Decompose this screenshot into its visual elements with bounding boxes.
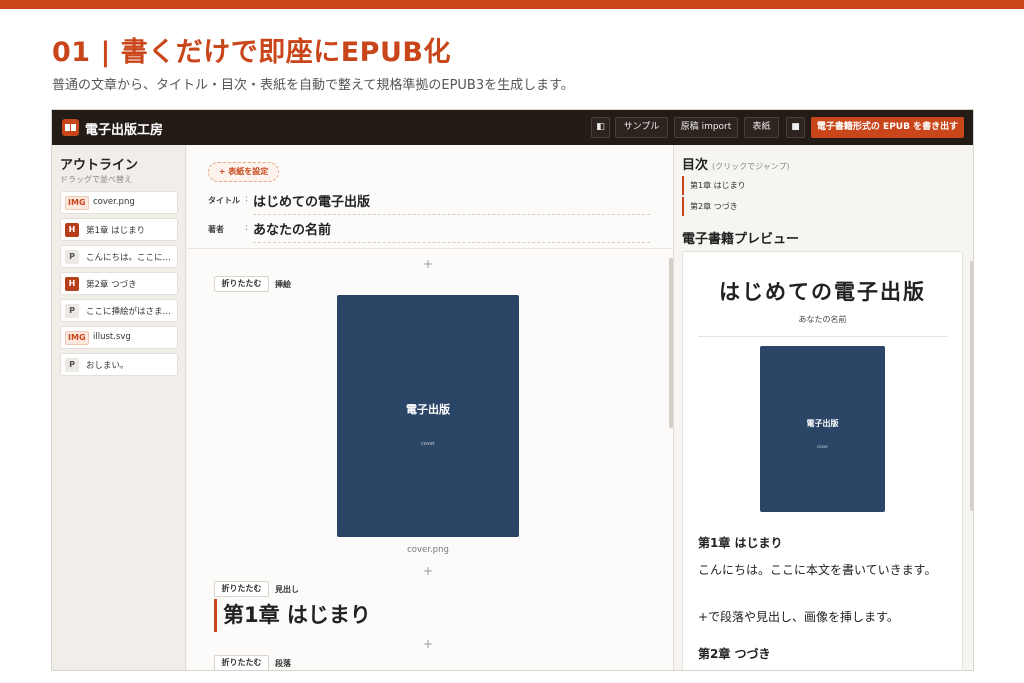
book-logo-icon — [62, 119, 79, 136]
export-epub-button[interactable]: 電子書籍形式の EPUB を書き出す — [811, 117, 964, 138]
preview-paragraph: こんにちは。ここに本文を書いていきます。 — [698, 563, 937, 577]
preview-chapter-heading: 第2章 つづき — [698, 647, 771, 661]
add-block-button[interactable]: + — [422, 637, 434, 651]
preview-title: 電子書籍プレビュー — [682, 232, 800, 247]
outline-item-label: cover.png — [93, 197, 135, 207]
top-accent-bar — [0, 0, 1024, 9]
outline-item[interactable]: H 第1章 はじまり — [60, 218, 178, 241]
right-pane: 目次 (クリックでジャンプ) 第1章 はじまり 第2章 つづき 電子書籍プレビュー… — [673, 145, 973, 670]
outline-item[interactable]: IMG cover.png — [60, 191, 178, 214]
block-type-label: 段落 — [275, 659, 291, 668]
cover-image[interactable]: 電子出版 cover — [337, 295, 519, 537]
paragraph-badge: P — [65, 250, 79, 264]
fold-button[interactable]: 折りたたむ — [214, 276, 269, 292]
preview-book-title: はじめての電子出版 — [719, 280, 926, 304]
page-subtitle: 普通の文章から、タイトル・目次・表紙を自動で整えて規格準拠のEPUB3を生成しま… — [52, 78, 574, 93]
outline-title: アウトライン — [60, 158, 139, 173]
editor-pane: + 表紙を設定 タイトル : はじめての電子出版 著者 : あなたの名前 + 折… — [187, 145, 673, 670]
preview-chapter-heading: 第1章 はじまり — [698, 536, 783, 550]
outline-item-label: おしまい。 — [86, 361, 129, 371]
set-cover-button[interactable]: + 表紙を設定 — [208, 162, 279, 182]
toc-title-text: 目次 — [682, 158, 709, 173]
preview-cover-subtitle: cover — [816, 444, 829, 449]
title-label: タイトル — [208, 196, 240, 205]
fold-button[interactable]: 折りたたむ — [214, 655, 269, 670]
book-meta: + 表紙を設定 タイトル : はじめての電子出版 著者 : あなたの名前 — [187, 145, 673, 249]
import-button[interactable]: 原稿 import — [674, 117, 738, 138]
add-block-button[interactable]: + — [422, 257, 434, 271]
app-header: 電子出版工房 ◧ サンプル 原稿 import 表紙 ■ 電子書籍形式の EPU… — [52, 110, 973, 145]
heading-badge: H — [65, 223, 79, 237]
outline-subtitle: ドラッグで並べ替え — [60, 175, 132, 184]
author-colon: : — [245, 223, 249, 233]
outline-item-label: こんにちは。ここに… — [86, 253, 172, 263]
chapter-heading-block[interactable]: 第1章 はじまり — [214, 599, 371, 632]
square-icon-button[interactable]: ■ — [786, 117, 805, 138]
outline-item-label: 第2章 つづき — [86, 280, 137, 290]
title-colon: : — [245, 194, 249, 204]
toc-item[interactable]: 第1章 はじまり — [682, 176, 802, 195]
preview-cover-image: 電子出版 cover — [760, 346, 885, 512]
outline-item[interactable]: H 第2章 つづき — [60, 272, 178, 295]
image-badge: IMG — [65, 196, 89, 210]
sample-button[interactable]: サンプル — [615, 117, 668, 138]
heading-badge: H — [65, 277, 79, 291]
outline-item[interactable]: P ここに挿絵がはさま… — [60, 299, 178, 322]
paragraph-badge: P — [65, 358, 79, 372]
outline-sidebar: アウトライン ドラッグで並べ替え IMG cover.png H 第1章 はじま… — [52, 145, 186, 670]
image-badge: IMG — [65, 331, 89, 345]
outline-item-label: ここに挿絵がはさま… — [86, 307, 172, 317]
preview-scrollbar[interactable] — [970, 261, 973, 511]
outline-item[interactable]: P おしまい。 — [60, 353, 178, 376]
cover-button[interactable]: 表紙 — [744, 117, 779, 138]
preview-cover-title: 電子出版 — [806, 419, 839, 428]
preview-author: あなたの名前 — [798, 315, 847, 324]
fold-button[interactable]: 折りたたむ — [214, 581, 269, 597]
add-block-button[interactable]: + — [422, 564, 434, 578]
outline-item[interactable]: IMG illust.svg — [60, 326, 178, 349]
block-type-label: 見出し — [275, 585, 299, 594]
outline-item-label: illust.svg — [93, 332, 131, 342]
cover-image-subtitle: cover — [421, 441, 435, 447]
page-title: 01 | 書くだけで即座にEPUB化 — [52, 37, 451, 68]
cover-image-title: 電子出版 — [406, 403, 450, 416]
author-label: 著者 — [208, 225, 224, 234]
block-type-label: 挿絵 — [275, 280, 291, 289]
layout-toggle-button[interactable]: ◧ — [591, 117, 610, 138]
divider — [698, 336, 948, 337]
image-caption: cover.png — [407, 545, 449, 555]
preview-paragraph: +で段落や見出し、画像を挿します。 — [698, 610, 899, 624]
paragraph-badge: P — [65, 304, 79, 318]
ebook-preview: はじめての電子出版 あなたの名前 電子出版 cover 第1章 はじまり こんに… — [682, 251, 963, 670]
app-title: 電子出版工房 — [85, 123, 164, 138]
outline-item-label: 第1章 はじまり — [86, 226, 146, 236]
title-input[interactable]: はじめての電子出版 — [253, 191, 650, 215]
outline-item[interactable]: P こんにちは。ここに… — [60, 245, 178, 268]
toc-hint: (クリックでジャンプ) — [712, 162, 790, 171]
app-window: 電子出版工房 ◧ サンプル 原稿 import 表紙 ■ 電子書籍形式の EPU… — [51, 109, 974, 671]
toc-item[interactable]: 第2章 つづき — [682, 197, 802, 216]
toc-title: 目次 (クリックでジャンプ) — [682, 154, 790, 173]
author-input[interactable]: あなたの名前 — [253, 219, 650, 243]
